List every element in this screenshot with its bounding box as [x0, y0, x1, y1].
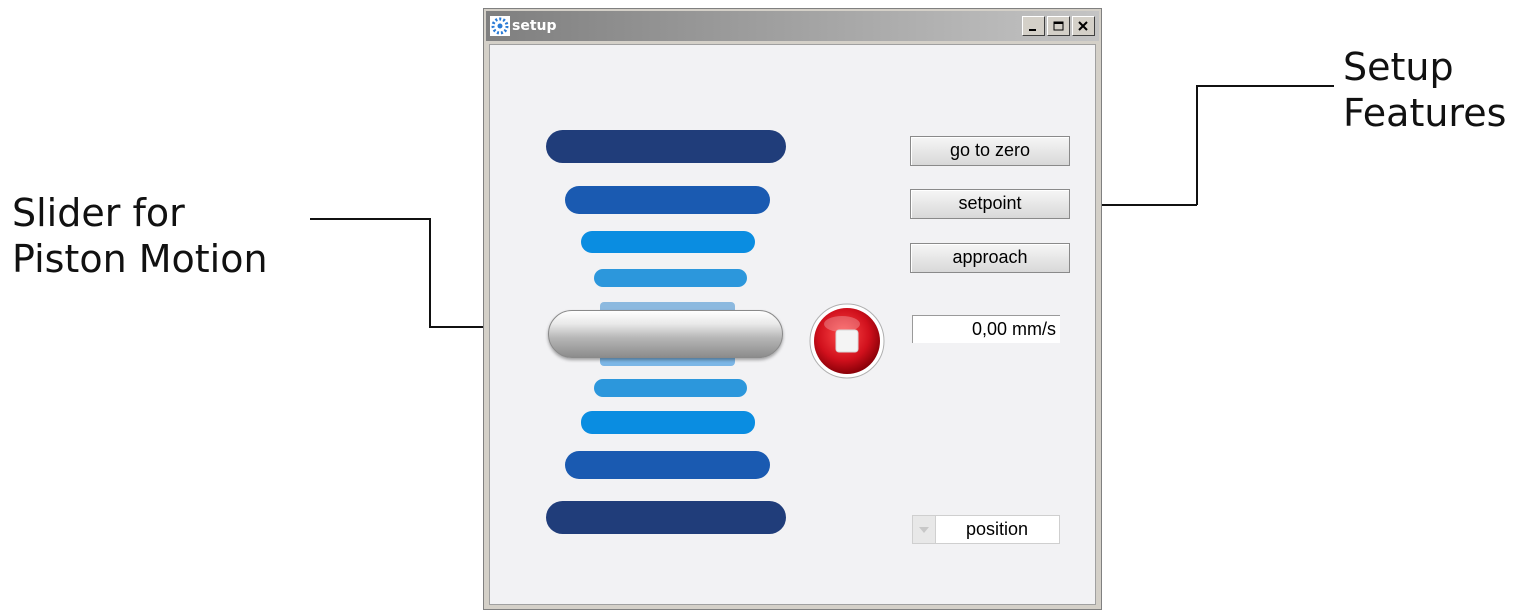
chevron-down-icon	[919, 527, 929, 533]
maximize-button[interactable]	[1047, 16, 1070, 36]
setup-callout-line2: Features	[1343, 91, 1507, 135]
piston-bar	[565, 186, 770, 214]
setpoint-button[interactable]: setpoint	[910, 189, 1070, 219]
speed-display: 0,00 mm/s	[912, 315, 1060, 343]
go-to-zero-button[interactable]: go to zero	[910, 136, 1070, 166]
setup-callout-line1: Setup	[1343, 45, 1454, 89]
approach-button[interactable]: approach	[910, 243, 1070, 273]
mode-select[interactable]: position	[912, 515, 1060, 544]
slider-callout-line1: Slider for	[12, 191, 185, 235]
title-bar[interactable]: setup	[486, 11, 1099, 41]
setup-callout-line-h1	[1196, 85, 1334, 87]
stop-button[interactable]	[808, 302, 886, 380]
setup-window: setup go to zero setpoint approach 0,00 …	[483, 8, 1102, 610]
maximize-icon	[1053, 21, 1064, 30]
slider-callout-line2: Piston Motion	[12, 237, 268, 281]
piston-bar	[581, 411, 755, 434]
piston-bar	[565, 451, 770, 479]
stop-icon	[835, 329, 859, 353]
setup-callout-line-v	[1196, 85, 1198, 205]
slider-callout-line-v	[429, 218, 431, 327]
close-icon	[1078, 20, 1088, 31]
minimize-button[interactable]	[1022, 16, 1045, 36]
piston-bar	[546, 501, 786, 534]
window-title: setup	[512, 18, 557, 34]
setup-callout-label: Setup Features	[1343, 44, 1506, 136]
piston-bar	[594, 269, 747, 287]
piston-bar	[594, 379, 747, 397]
mode-select-value: position	[965, 519, 1029, 539]
dropdown-arrow[interactable]	[913, 516, 936, 543]
piston-bar	[581, 231, 755, 253]
slider-callout-label: Slider for Piston Motion	[12, 190, 268, 282]
minimize-icon	[1029, 28, 1036, 31]
slider-callout-line-h1	[310, 218, 430, 220]
close-button[interactable]	[1072, 16, 1095, 36]
piston-bar	[546, 130, 786, 163]
app-icon	[490, 16, 510, 36]
piston-slider-handle[interactable]	[548, 310, 783, 358]
setup-callout-line-h2	[1086, 204, 1197, 206]
window-client-area: go to zero setpoint approach 0,00 mm/s p…	[489, 44, 1096, 605]
